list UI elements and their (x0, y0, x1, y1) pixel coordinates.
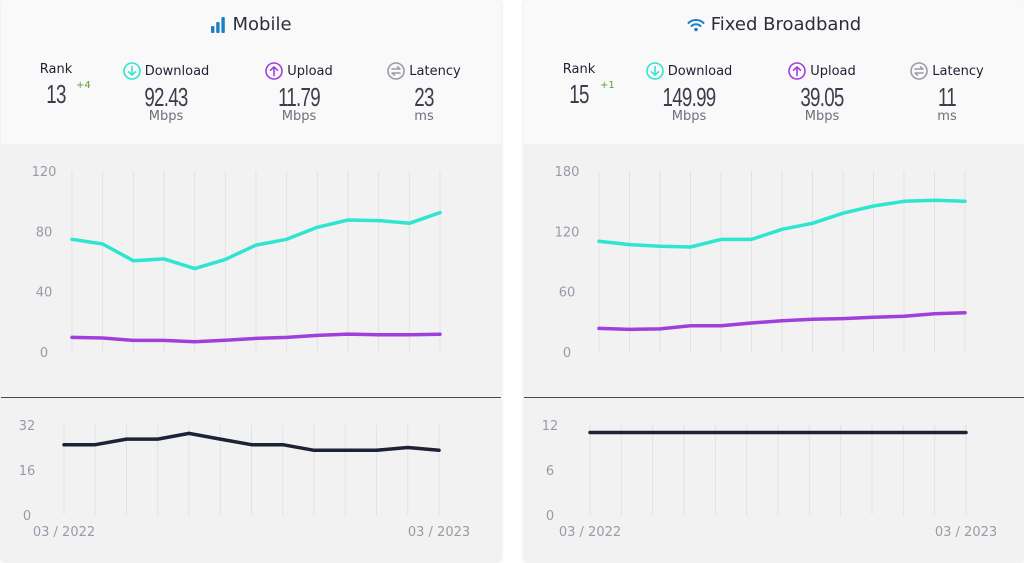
fixed-download: Download 149.99 Mbps (639, 62, 739, 124)
mobile-rank: Rank 13 (31, 62, 81, 108)
upload-icon (265, 62, 284, 80)
y-tick-label: 120 (555, 225, 580, 240)
y-tick-label: 40 (36, 286, 53, 301)
y-tick-label: 60 (559, 286, 576, 301)
download-label: Download (667, 63, 733, 79)
upload-icon (788, 62, 807, 80)
chart-divider (524, 397, 1024, 398)
latency-value: 23 (414, 82, 434, 112)
latency-icon (910, 62, 929, 80)
y-tick-label: 32 (19, 419, 36, 434)
download-icon (122, 62, 141, 80)
y-tick-label: 0 (563, 346, 571, 361)
x-tick-label: 03 / 2022 (33, 525, 95, 540)
y-tick-label: 0 (546, 509, 554, 524)
rank-delta: +1 (600, 80, 615, 91)
mobile-latency: Latency 23 ms (384, 62, 464, 124)
y-tick-label: 6 (546, 464, 554, 479)
fixed-speed-chart: 0 60 120 180 (555, 165, 967, 361)
mobile-download: Download 92.43 Mbps (116, 62, 216, 124)
upload-value: 39.05 (800, 82, 844, 112)
download-icon (645, 62, 664, 80)
upload-label: Upload (287, 63, 333, 79)
y-tick-label: 0 (23, 509, 31, 524)
rank-value: 15 (569, 79, 589, 109)
latency-icon (387, 62, 406, 80)
latency-value: 11 (938, 82, 957, 112)
rank-delta: +4 (76, 80, 91, 91)
rank-value: 13 (46, 79, 66, 109)
mobile-title: Mobile (1, 14, 501, 35)
download-value: 149.99 (662, 82, 717, 112)
x-tick-label: 03 / 2023 (408, 525, 470, 540)
mobile-title-text: Mobile (232, 14, 292, 35)
download-value: 92.43 (144, 82, 188, 112)
latency-label: Latency (409, 63, 461, 79)
fixed-rank: Rank 15 (554, 62, 604, 108)
fixed-broadband-panel: Fixed Broadband Rank 15 +1 Download 149.… (524, 0, 1024, 562)
y-tick-label: 180 (555, 165, 580, 180)
mobile-speed-chart: 0 40 80 120 (32, 165, 442, 361)
mobile-latency-chart: 0 16 32 03 / 2022 03 / 2023 (19, 419, 470, 540)
y-tick-label: 16 (19, 464, 36, 479)
signal-bars-icon (211, 16, 226, 33)
fixed-latency: Latency 11 ms (907, 62, 987, 124)
y-tick-label: 120 (32, 165, 57, 180)
download-label: Download (144, 63, 210, 79)
mobile-panel: Mobile Rank 13 +4 Download 92.43 Mbps Up… (1, 0, 501, 562)
latency-label: Latency (932, 63, 984, 79)
y-tick-label: 80 (36, 225, 53, 240)
wifi-icon (687, 18, 705, 31)
x-tick-label: 03 / 2022 (559, 525, 621, 540)
y-tick-label: 0 (40, 346, 48, 361)
upload-value: 11.79 (278, 82, 321, 112)
mobile-header: Mobile Rank 13 +4 Download 92.43 Mbps Up… (1, 0, 501, 144)
fixed-header: Fixed Broadband Rank 15 +1 Download 149.… (524, 0, 1024, 144)
fixed-upload: Upload 39.05 Mbps (782, 62, 862, 124)
y-tick-label: 12 (542, 419, 559, 434)
upload-label: Upload (810, 63, 856, 79)
x-tick-label: 03 / 2023 (935, 525, 997, 540)
fixed-latency-chart: 0 6 12 03 / 2022 03 / 2023 (542, 419, 997, 540)
fixed-title: Fixed Broadband (524, 14, 1024, 35)
mobile-upload: Upload 11.79 Mbps (259, 62, 339, 124)
rank-label: Rank (562, 62, 596, 77)
chart-divider (1, 397, 501, 398)
fixed-title-text: Fixed Broadband (710, 14, 862, 35)
rank-label: Rank (39, 62, 73, 77)
